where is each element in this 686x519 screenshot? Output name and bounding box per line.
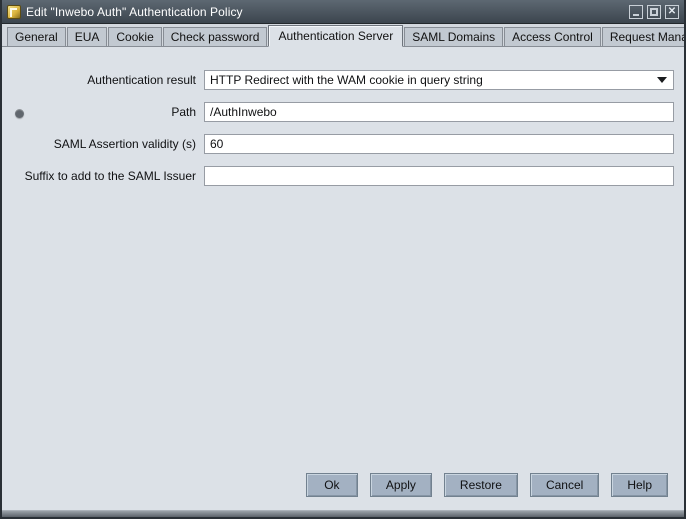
close-icon[interactable]: ✕ (665, 5, 679, 19)
minimize-icon[interactable] (629, 5, 643, 19)
restore-button[interactable]: Restore (444, 473, 518, 497)
form-row-saml-issuer-suffix: Suffix to add to the SAML Issuer (2, 166, 674, 186)
bullet-indicator (15, 109, 24, 118)
saml-validity-input[interactable] (204, 134, 674, 154)
tab-check-password[interactable]: Check password (163, 27, 268, 46)
tab-authentication-server[interactable]: Authentication Server (268, 25, 403, 47)
form-row-authentication-result: Authentication result HTTP Redirect with… (2, 70, 674, 90)
authentication-result-value: HTTP Redirect with the WAM cookie in que… (210, 73, 483, 87)
maximize-icon[interactable] (647, 5, 661, 19)
edit-authentication-policy-dialog: Edit "Inwebo Auth" Authentication Policy… (0, 0, 686, 519)
saml-issuer-suffix-input[interactable] (204, 166, 674, 186)
title-bar: Edit "Inwebo Auth" Authentication Policy… (2, 0, 684, 24)
app-icon (7, 5, 21, 19)
tab-saml-domains[interactable]: SAML Domains (404, 27, 503, 46)
window-controls: ✕ (629, 5, 679, 19)
tab-eua[interactable]: EUA (67, 27, 108, 46)
tab-general[interactable]: General (7, 27, 66, 46)
tab-bar: General EUA Cookie Check password Authen… (2, 24, 684, 47)
path-label: Path (2, 105, 204, 119)
chevron-down-icon (657, 77, 667, 83)
apply-button[interactable]: Apply (370, 473, 432, 497)
authentication-result-select[interactable]: HTTP Redirect with the WAM cookie in que… (204, 70, 674, 90)
authentication-server-panel: Authentication result HTTP Redirect with… (2, 47, 684, 470)
authentication-result-label: Authentication result (2, 73, 204, 87)
dialog-button-bar: Ok Apply Restore Cancel Help (2, 470, 684, 510)
cancel-button[interactable]: Cancel (530, 473, 599, 497)
saml-issuer-suffix-label: Suffix to add to the SAML Issuer (2, 169, 204, 183)
saml-validity-label: SAML Assertion validity (s) (2, 137, 204, 151)
tab-request-manager[interactable]: Request Manager (602, 27, 686, 46)
tab-cookie[interactable]: Cookie (108, 27, 161, 46)
form-row-path: Path (2, 102, 674, 122)
tab-access-control[interactable]: Access Control (504, 27, 601, 46)
path-input[interactable] (204, 102, 674, 122)
form-row-saml-validity: SAML Assertion validity (s) (2, 134, 674, 154)
ok-button[interactable]: Ok (306, 473, 358, 497)
window-bottom-border (2, 510, 684, 517)
window-title: Edit "Inwebo Auth" Authentication Policy (26, 5, 624, 19)
help-button[interactable]: Help (611, 473, 668, 497)
